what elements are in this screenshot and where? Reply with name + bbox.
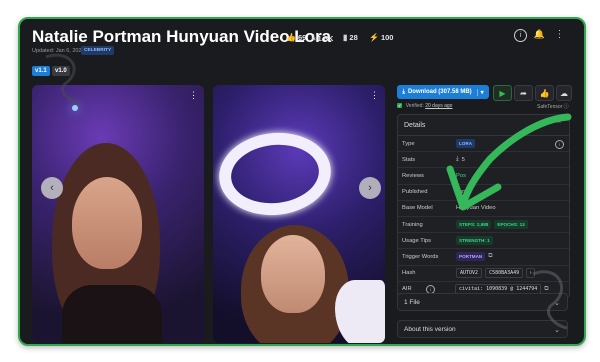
- detail-key: Stats: [402, 156, 416, 163]
- info-icon[interactable]: i: [555, 140, 564, 149]
- about-label: About this version: [404, 325, 456, 333]
- safetensor-text: SafeTensor: [537, 104, 563, 110]
- bookmark-icon: ▮: [343, 33, 348, 42]
- version-tab-v1-0[interactable]: v1.0: [52, 66, 70, 76]
- copy-icon[interactable]: ⧉: [544, 286, 548, 293]
- bookmarks-count: 28: [349, 33, 358, 42]
- download-icon: ⤓: [312, 33, 316, 42]
- version-tab-v1-1[interactable]: v1.1: [32, 66, 50, 76]
- check-icon: ✔: [397, 103, 403, 108]
- detail-row-hash: Hash AUTOV2 C580BA3A49 ›: [398, 266, 569, 282]
- carousel-prev-button[interactable]: ‹: [41, 177, 63, 199]
- updated-date: Updated: Jan 6, 2025: [32, 48, 85, 54]
- epochs-pill: EPOCHS: 13: [494, 220, 528, 230]
- detail-key: Usage Tips: [402, 237, 431, 244]
- wing-shape: [335, 280, 385, 343]
- thumbs-up-icon: 👍: [539, 88, 550, 98]
- downloads-count: 1.3K: [317, 33, 334, 43]
- detail-row-type: Type LORA i: [398, 136, 569, 153]
- buzz-count: 100: [380, 33, 394, 42]
- thumbs-up-icon: 👍: [286, 33, 296, 42]
- download-button[interactable]: ⤓ Download (307.58 MB) ▾: [397, 85, 489, 99]
- play-button[interactable]: ▶: [493, 85, 512, 101]
- verified-line: ✔ Verified: 20 days ago: [397, 103, 452, 109]
- chevron-down-icon[interactable]: ⌄: [554, 326, 560, 334]
- detail-key: Training: [402, 221, 423, 228]
- files-label: 1 File: [404, 298, 420, 306]
- details-card: Details ⌃ Type LORA i Stats ⤓ 5 Reviews P…: [397, 114, 570, 298]
- share-button[interactable]: ➦: [514, 85, 533, 101]
- preview-image-2[interactable]: ⋮: [213, 85, 385, 343]
- detail-row-training: Training STEPS: 2,988 EPOCHS: 13: [398, 217, 569, 234]
- notification-bell-icon[interactable]: 🔔: [534, 29, 545, 40]
- detail-key: Published: [402, 189, 428, 196]
- chevron-right-icon[interactable]: ›: [526, 268, 536, 279]
- verified-prefix: Verified:: [405, 103, 424, 109]
- download-icon: ⤓: [456, 156, 459, 163]
- carousel-next-button[interactable]: ›: [359, 177, 381, 199]
- halo-shape: [215, 127, 335, 221]
- detail-row-reviews: Reviews Pos: [398, 168, 569, 185]
- chevron-down-icon[interactable]: ⌄: [554, 299, 560, 307]
- detail-row-stats: Stats ⤓ 5: [398, 152, 569, 169]
- details-heading: Details: [404, 121, 426, 129]
- app-window: Natalie Portman Hunyuan Video Lora 👍 69 …: [18, 17, 586, 346]
- chevron-up-icon[interactable]: ⌃: [556, 120, 562, 128]
- detail-key: Type: [402, 140, 415, 147]
- detail-key: AIR: [402, 286, 412, 293]
- detail-row-base-model: Base Model Hunyuan Video: [398, 201, 569, 217]
- buzz-stat[interactable]: ⚡ 100: [369, 33, 393, 42]
- share-icon: ➦: [520, 88, 527, 98]
- safetensor-label: SafeTensor ⓘ: [537, 104, 569, 110]
- info-icon[interactable]: i: [514, 29, 527, 42]
- preview-image-1[interactable]: ⋮: [32, 85, 204, 343]
- bookmarks-stat[interactable]: ▮ 28: [343, 33, 358, 42]
- reviews-value[interactable]: Pos: [452, 173, 466, 179]
- download-icon: ⤓: [402, 88, 405, 95]
- bolt-icon: ⚡: [369, 33, 379, 42]
- like-button[interactable]: 👍: [535, 85, 554, 101]
- detail-row-published: Published Jan: [398, 185, 569, 201]
- detail-key: Hash: [402, 270, 416, 277]
- strength-pill: STRENGTH: 1: [456, 236, 493, 246]
- more-options-icon[interactable]: ⋮: [554, 29, 565, 40]
- detail-key: Base Model: [402, 205, 433, 212]
- cloud-button[interactable]: ☁: [556, 85, 572, 101]
- verified-when-link[interactable]: 20 days ago: [425, 103, 452, 109]
- detail-key: Trigger Words: [402, 253, 439, 260]
- published-value: Jan: [456, 189, 466, 196]
- details-header[interactable]: Details ⌃: [398, 115, 569, 136]
- files-section[interactable]: 1 File ⌄: [397, 293, 568, 311]
- image-menu-icon[interactable]: ⋮: [370, 90, 379, 101]
- face-shape: [261, 235, 325, 313]
- detail-row-usage-tips: Usage Tips STRENGTH: 1: [398, 233, 569, 250]
- about-version-section[interactable]: About this version ⌄: [397, 320, 568, 338]
- type-pill: LORA: [456, 139, 476, 149]
- likes-stat[interactable]: 👍 69: [286, 33, 306, 42]
- trigger-word-pill: PORTMAN: [456, 252, 486, 262]
- play-icon: ▶: [499, 88, 506, 98]
- category-badge[interactable]: CELEBRITY: [81, 46, 115, 55]
- chevron-down-icon[interactable]: ▾: [476, 88, 484, 96]
- hash-algo-select[interactable]: AUTOV2: [456, 268, 483, 279]
- base-model-value: Hunyuan Video: [456, 205, 496, 212]
- steps-pill: STEPS: 2,988: [456, 220, 492, 230]
- download-label: Download (307.58 MB): [407, 89, 472, 95]
- downloads-stat: ⤓ 1.3K: [312, 33, 333, 43]
- detail-row-trigger-words: Trigger Words PORTMAN ⧉: [398, 249, 569, 266]
- image-menu-icon[interactable]: ⋮: [189, 90, 198, 101]
- stage-light: [72, 105, 78, 111]
- hash-value[interactable]: C580BA3A49: [485, 268, 524, 279]
- likes-count: 69: [297, 33, 307, 42]
- face-shape: [72, 177, 142, 269]
- shoulder-shape: [62, 285, 162, 343]
- copy-icon[interactable]: ⧉: [488, 253, 492, 260]
- stats-value: 5: [461, 156, 465, 163]
- detail-key: Reviews: [402, 172, 424, 179]
- cloud-icon: ☁: [560, 88, 568, 98]
